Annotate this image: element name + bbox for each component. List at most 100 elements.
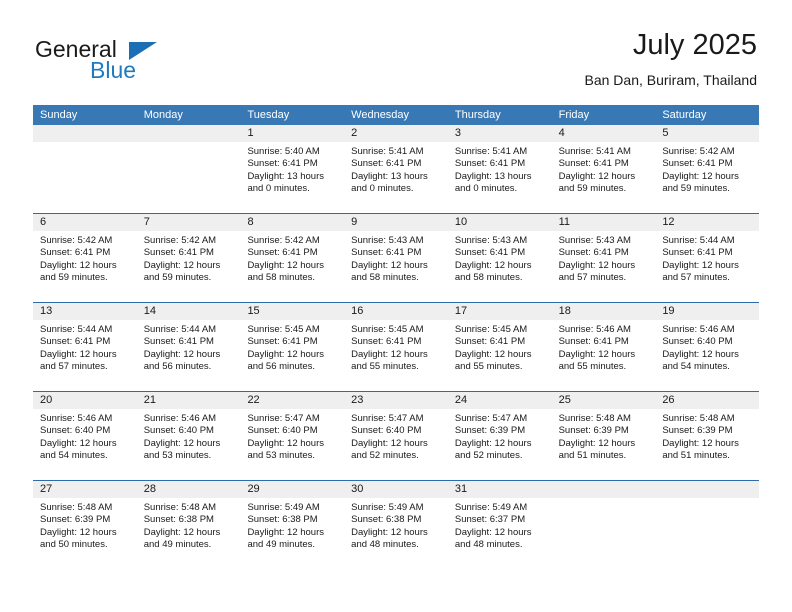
- day-sunset-text: Sunset: 6:40 PM: [143, 425, 214, 437]
- day-sunset-text: Sunset: 6:41 PM: [454, 247, 526, 259]
- day-daylight-1-text: Daylight: 12 hours: [351, 437, 428, 449]
- calendar-day-cell[interactable]: 7 Sunrise: 5:42 AM Sunset: 6:41 PM Daylight…: [136, 214, 241, 302]
- day-daylight-1-text: Daylight: 12 hours: [454, 348, 532, 360]
- calendar-day-cell[interactable]: 11 Sunrise: 5:43 AM Sunset: 6:41 PM Dayligh…: [551, 214, 656, 302]
- calendar-day-cell[interactable]: 8 Sunrise: 5:42 AM Sunset: 6:41 PM Daylight…: [240, 214, 345, 302]
- day-sunset-text: Sunset: 6:40 PM: [662, 336, 733, 348]
- day-daylight-2-text: and 58 minutes.: [351, 272, 419, 284]
- day-daylight-2-text: and 53 minutes.: [143, 450, 212, 462]
- day-sunrise-text: Sunrise: 5:41 AM: [351, 146, 424, 157]
- day-daylight-2-text: and 55 minutes.: [454, 361, 523, 373]
- day-number: 22: [240, 392, 345, 409]
- day-sunset-text: Sunset: 6:40 PM: [40, 425, 111, 437]
- day-sunset-text: Sunset: 6:41 PM: [454, 158, 526, 170]
- day-sunset-text: Sunset: 6:38 PM: [351, 514, 422, 526]
- day-sun-info: Sunrise: 5:45 AM Sunset: 6:41 PM Daylight:…: [240, 320, 344, 374]
- calendar-day-cell[interactable]: 1 Sunrise: 5:40 AM Sunset: 6:41 PM Daylight…: [240, 125, 345, 213]
- day-daylight-2-text: and 57 minutes.: [558, 272, 627, 284]
- day-sunset-text: Sunset: 6:41 PM: [558, 247, 629, 259]
- day-sunset-text: Sunset: 6:41 PM: [143, 247, 214, 259]
- day-sunrise-text: Sunrise: 5:44 AM: [662, 235, 735, 246]
- general-blue-logo[interactable]: General Blue: [35, 36, 235, 92]
- calendar-day-cell[interactable]: 17 Sunrise: 5:45 AM Sunset: 6:41 PM Dayligh…: [447, 303, 552, 391]
- calendar-day-cell[interactable]: 21 Sunrise: 5:46 AM Sunset: 6:40 PM Dayligh…: [136, 392, 241, 480]
- day-sunrise-text: Sunrise: 5:47 AM: [454, 413, 528, 424]
- day-number: 19: [655, 303, 760, 320]
- day-daylight-2-text: and 48 minutes.: [454, 539, 523, 551]
- calendar-day-cell[interactable]: 15 Sunrise: 5:45 AM Sunset: 6:41 PM Dayligh…: [240, 303, 345, 391]
- day-daylight-2-text: and 59 minutes.: [40, 272, 108, 284]
- day-sunrise-text: Sunrise: 5:42 AM: [40, 235, 113, 246]
- day-daylight-2-text: and 0 minutes.: [247, 183, 310, 195]
- day-daylight-2-text: and 51 minutes.: [662, 450, 730, 462]
- calendar-day-cell[interactable]: 30 Sunrise: 5:49 AM Sunset: 6:38 PM Dayligh…: [344, 481, 448, 570]
- day-number: 8: [240, 214, 345, 231]
- weekday-header-tuesday: Tuesday: [247, 109, 290, 121]
- calendar-day-cell[interactable]: 29 Sunrise: 5:49 AM Sunset: 6:38 PM Dayligh…: [240, 481, 345, 570]
- day-sun-info: Sunrise: 5:41 AM Sunset: 6:41 PM Daylight:…: [552, 142, 656, 196]
- calendar-day-cell[interactable]: 9 Sunrise: 5:43 AM Sunset: 6:41 PM Daylight…: [344, 214, 448, 302]
- calendar-day-cell[interactable]: 26 Sunrise: 5:48 AM Sunset: 6:39 PM Dayligh…: [655, 392, 760, 480]
- day-daylight-1-text: Daylight: 12 hours: [454, 437, 532, 449]
- day-number: 25: [551, 392, 656, 409]
- day-sunrise-text: Sunrise: 5:43 AM: [351, 235, 424, 246]
- calendar-week-row: 27 Sunrise: 5:48 AM Sunset: 6:39 PM Dayligh…: [33, 481, 760, 570]
- day-sun-info: Sunrise: 5:46 AM Sunset: 6:40 PM Daylight:…: [137, 409, 241, 463]
- calendar-day-cell[interactable]: 20 Sunrise: 5:46 AM Sunset: 6:40 PM Dayligh…: [33, 392, 137, 480]
- calendar-day-cell[interactable]: 18 Sunrise: 5:46 AM Sunset: 6:41 PM Dayligh…: [551, 303, 656, 391]
- day-daylight-2-text: and 55 minutes.: [351, 361, 419, 373]
- calendar-day-cell[interactable]: 13 Sunrise: 5:44 AM Sunset: 6:41 PM Dayligh…: [33, 303, 137, 391]
- calendar-page: General Blue July 2025 Ban Dan, Buriram,…: [0, 0, 792, 612]
- day-daylight-2-text: and 57 minutes.: [662, 272, 730, 284]
- day-daylight-1-text: Daylight: 12 hours: [662, 437, 739, 449]
- day-number: [33, 125, 137, 142]
- calendar-day-cell[interactable]: 23 Sunrise: 5:47 AM Sunset: 6:40 PM Dayligh…: [344, 392, 448, 480]
- calendar-day-cell[interactable]: 24 Sunrise: 5:47 AM Sunset: 6:39 PM Dayligh…: [447, 392, 552, 480]
- day-daylight-1-text: Daylight: 12 hours: [662, 348, 739, 360]
- day-sun-info: Sunrise: 5:41 AM Sunset: 6:41 PM Daylight:…: [344, 142, 448, 196]
- day-daylight-1-text: Daylight: 12 hours: [40, 259, 117, 271]
- calendar-day-cell[interactable]: 31 Sunrise: 5:49 AM Sunset: 6:37 PM Dayligh…: [447, 481, 552, 570]
- day-daylight-1-text: Daylight: 12 hours: [662, 259, 739, 271]
- calendar-day-cell[interactable]: 25 Sunrise: 5:48 AM Sunset: 6:39 PM Dayligh…: [551, 392, 656, 480]
- day-daylight-1-text: Daylight: 12 hours: [143, 348, 221, 360]
- calendar-day-cell[interactable]: 19 Sunrise: 5:46 AM Sunset: 6:40 PM Dayligh…: [655, 303, 760, 391]
- calendar-day-cell[interactable]: 5 Sunrise: 5:42 AM Sunset: 6:41 PM Daylight…: [655, 125, 760, 213]
- day-sunset-text: Sunset: 6:38 PM: [143, 514, 214, 526]
- day-daylight-2-text: and 56 minutes.: [143, 361, 212, 373]
- day-daylight-1-text: Daylight: 12 hours: [558, 348, 636, 360]
- calendar-day-cell[interactable]: 27 Sunrise: 5:48 AM Sunset: 6:39 PM Dayligh…: [33, 481, 137, 570]
- day-number: 24: [447, 392, 552, 409]
- calendar-day-cell[interactable]: 6 Sunrise: 5:42 AM Sunset: 6:41 PM Daylight…: [33, 214, 137, 302]
- day-sunrise-text: Sunrise: 5:42 AM: [247, 235, 320, 246]
- day-number: [136, 125, 241, 142]
- calendar-day-cell[interactable]: 3 Sunrise: 5:41 AM Sunset: 6:41 PM Daylight…: [447, 125, 552, 213]
- day-number: 20: [33, 392, 137, 409]
- day-sun-info: Sunrise: 5:46 AM Sunset: 6:40 PM Daylight:…: [33, 409, 137, 463]
- day-number: 5: [655, 125, 760, 142]
- calendar-day-cell[interactable]: 10 Sunrise: 5:43 AM Sunset: 6:41 PM Dayligh…: [447, 214, 552, 302]
- calendar-week-row: 6 Sunrise: 5:42 AM Sunset: 6:41 PM Daylight…: [33, 214, 760, 303]
- day-sun-info: Sunrise: 5:43 AM Sunset: 6:41 PM Daylight:…: [448, 231, 552, 285]
- weekday-header-sunday: Sunday: [40, 109, 78, 121]
- day-daylight-1-text: Daylight: 13 hours: [247, 170, 325, 182]
- day-sunrise-text: Sunrise: 5:40 AM: [247, 146, 320, 157]
- calendar-day-cell[interactable]: 2 Sunrise: 5:41 AM Sunset: 6:41 PM Daylight…: [344, 125, 448, 213]
- day-sunrise-text: Sunrise: 5:41 AM: [558, 146, 631, 157]
- calendar-day-cell[interactable]: 16 Sunrise: 5:45 AM Sunset: 6:41 PM Dayligh…: [344, 303, 448, 391]
- calendar-day-cell[interactable]: 12 Sunrise: 5:44 AM Sunset: 6:41 PM Dayligh…: [655, 214, 760, 302]
- day-sunrise-text: Sunrise: 5:44 AM: [40, 324, 113, 335]
- day-sunrise-text: Sunrise: 5:47 AM: [247, 413, 320, 424]
- calendar-day-cell[interactable]: 28 Sunrise: 5:48 AM Sunset: 6:38 PM Dayligh…: [136, 481, 241, 570]
- day-sun-info: Sunrise: 5:42 AM Sunset: 6:41 PM Daylight:…: [137, 231, 241, 285]
- day-sun-info: Sunrise: 5:46 AM Sunset: 6:41 PM Daylight:…: [552, 320, 656, 374]
- calendar-day-cell[interactable]: 4 Sunrise: 5:41 AM Sunset: 6:41 PM Daylight…: [551, 125, 656, 213]
- page-title: July 2025: [632, 29, 757, 61]
- calendar-day-cell[interactable]: 22 Sunrise: 5:47 AM Sunset: 6:40 PM Dayligh…: [240, 392, 345, 480]
- day-number: 4: [551, 125, 656, 142]
- day-daylight-1-text: Daylight: 12 hours: [351, 526, 428, 538]
- day-daylight-2-text: and 59 minutes.: [662, 183, 730, 195]
- calendar-day-cell[interactable]: 14 Sunrise: 5:44 AM Sunset: 6:41 PM Dayligh…: [136, 303, 241, 391]
- day-sunrise-text: Sunrise: 5:48 AM: [662, 413, 735, 424]
- calendar-grid: Sunday Monday Tuesday Wednesday Thursday Frid…: [33, 105, 760, 570]
